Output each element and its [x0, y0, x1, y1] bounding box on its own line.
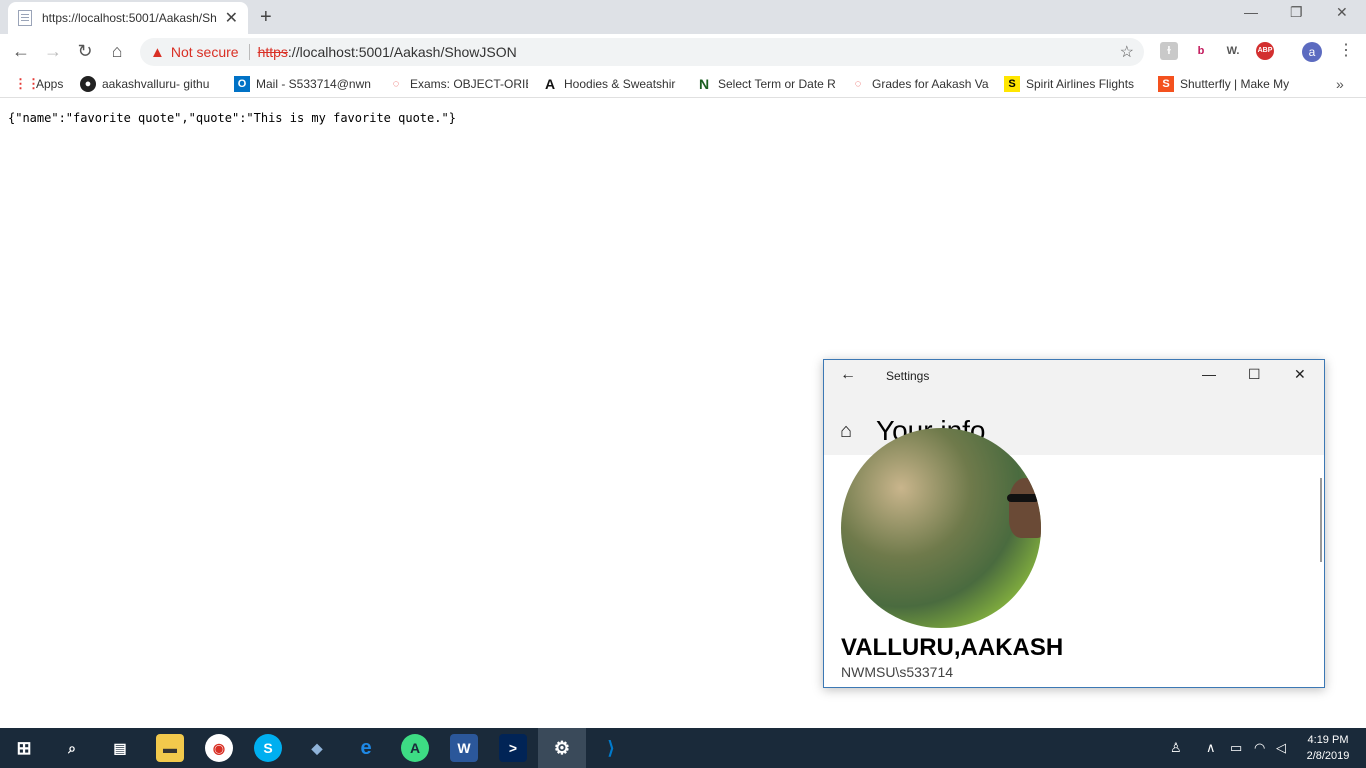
battery-icon[interactable]: ▭	[1230, 740, 1242, 756]
outlook-icon: O	[234, 76, 250, 92]
forward-icon[interactable]: →	[42, 41, 64, 62]
start-windows-icon[interactable]: ⊞	[10, 734, 38, 762]
abercrombie-icon: A	[544, 76, 556, 92]
android-studio-icon[interactable]: A	[401, 734, 429, 762]
sunglasses	[1007, 494, 1039, 502]
windows-taskbar: ⊞ ⌕ ▤ ▬ ◉ S ◆ e A W > ⚙ ⟩ ♙ ∧ ▭ ◠ ◁ 4:19…	[0, 728, 1366, 768]
settings-maximize-icon[interactable]: ☐	[1248, 366, 1261, 383]
bookmark-apps[interactable]: ⋮⋮ Apps	[14, 76, 63, 92]
url-scheme: https	[257, 44, 288, 60]
bookmarks-bar: ⋮⋮ Apps ● aakashvalluru- githu O Mail - …	[0, 70, 1366, 98]
extension-b-icon[interactable]: b	[1192, 42, 1210, 60]
shutterfly-icon: S	[1158, 76, 1174, 92]
profile-face	[1009, 478, 1041, 538]
northwest-icon: N	[698, 76, 710, 92]
bookmark-grades[interactable]: ◌ Grades for Aakash Va	[850, 76, 990, 92]
bookmark-label: aakashvalluru- githu	[102, 77, 210, 91]
page-favicon-icon	[18, 10, 32, 26]
canvas-icon: ◌	[392, 78, 400, 90]
profile-avatar[interactable]: a	[1302, 42, 1322, 62]
bookmark-shutterfly[interactable]: S Shutterfly | Make My	[1158, 76, 1298, 92]
bookmarks-overflow-icon[interactable]: »	[1336, 76, 1344, 92]
restore-icon[interactable]: ❐	[1290, 4, 1303, 21]
settings-scrollbar[interactable]	[1320, 478, 1322, 562]
wifi-icon[interactable]: ◠	[1254, 740, 1265, 756]
bookmark-label: Exams: OBJECT-ORIE	[410, 77, 528, 91]
bookmark-exams[interactable]: ◌ Exams: OBJECT-ORIE	[388, 76, 528, 92]
settings-minimize-icon[interactable]: —	[1202, 366, 1216, 382]
new-tab-button[interactable]: +	[260, 6, 272, 29]
chrome-icon[interactable]: ◉	[205, 734, 233, 762]
bookmark-label: Mail - S533714@nwn	[256, 77, 371, 91]
people-icon[interactable]: ♙	[1170, 740, 1182, 756]
file-explorer-icon[interactable]: ▬	[156, 734, 184, 762]
apps-grid-icon: ⋮⋮	[14, 76, 40, 91]
bookmark-spirit[interactable]: S Spirit Airlines Flights	[1004, 76, 1144, 92]
home-icon[interactable]: ⌂	[106, 41, 128, 62]
tab-strip: https://localhost:5001/Aakash/Sh ✕ + — ❐…	[0, 0, 1366, 34]
bookmark-label: Select Term or Date R	[718, 77, 836, 91]
taskbar-clock[interactable]: 4:19 PM 2/8/2019	[1298, 732, 1358, 764]
bookmark-label: Shutterfly | Make My	[1180, 77, 1290, 91]
url-path: ://localhost:5001/Aakash/ShowJSON	[287, 44, 517, 60]
settings-close-icon[interactable]: ✕	[1294, 366, 1306, 383]
search-icon[interactable]: ⌕	[58, 734, 86, 762]
task-view-icon[interactable]: ▤	[106, 734, 134, 762]
close-window-icon[interactable]: ✕	[1336, 4, 1348, 21]
back-icon[interactable]: ←	[10, 41, 32, 62]
tab-title: https://localhost:5001/Aakash/Sh	[42, 11, 217, 25]
volume-muted-icon[interactable]: ◁	[1276, 740, 1286, 756]
profile-picture	[841, 428, 1041, 628]
edge-icon[interactable]: e	[352, 734, 380, 762]
vscode-icon[interactable]: ⟩	[597, 734, 625, 762]
menu-kebab-icon[interactable]: ⋮	[1338, 40, 1354, 60]
tray-chevron-icon[interactable]: ∧	[1206, 740, 1216, 756]
bookmark-hoodies[interactable]: A Hoodies & Sweatshir	[542, 76, 682, 92]
home-icon[interactable]: ⌂	[840, 420, 852, 443]
skype-icon[interactable]: S	[254, 734, 282, 762]
extension-icon[interactable]: ɫ	[1160, 42, 1178, 60]
canvas-icon: ◌	[854, 78, 862, 90]
bookmark-label: Grades for Aakash Va	[872, 77, 989, 91]
address-bar[interactable]: ▲ Not secure https ://localhost:5001/Aak…	[140, 38, 1144, 66]
back-arrow-icon[interactable]: ←	[840, 366, 856, 384]
spirit-icon: S	[1004, 76, 1020, 92]
user-account: NWMSU\s533714	[841, 664, 954, 680]
reload-icon[interactable]: ↻	[74, 41, 96, 62]
bookmark-label: Hoodies & Sweatshir	[564, 77, 676, 91]
browser-tab[interactable]: https://localhost:5001/Aakash/Sh ✕	[8, 2, 248, 34]
bookmark-label: Spirit Airlines Flights	[1026, 77, 1135, 91]
tab-close-icon[interactable]: ✕	[225, 8, 238, 28]
clock-date: 2/8/2019	[1306, 750, 1350, 762]
omnibox-divider	[248, 44, 250, 60]
minimize-icon[interactable]: —	[1244, 4, 1258, 20]
bookmark-github[interactable]: ● aakashvalluru- githu	[80, 76, 220, 92]
extension-w-icon[interactable]: W.	[1224, 42, 1242, 60]
security-status[interactable]: Not secure	[171, 44, 239, 60]
adblock-icon[interactable]: ABP	[1256, 42, 1274, 60]
github-icon: ●	[80, 76, 96, 92]
settings-window: ← Settings — ☐ ✕ ⌂ Your info VALLURU,AAK…	[823, 359, 1325, 688]
warning-triangle-icon[interactable]: ▲	[150, 44, 165, 61]
word-icon[interactable]: W	[450, 734, 478, 762]
settings-window-title: Settings	[886, 369, 930, 383]
bookmark-mail[interactable]: O Mail - S533714@nwn	[234, 76, 374, 92]
clock-time: 4:19 PM	[1307, 734, 1349, 746]
powershell-icon[interactable]: >	[499, 734, 527, 762]
bookmark-label: Apps	[36, 77, 64, 91]
json-output: {"name":"favorite quote","quote":"This i…	[8, 111, 456, 125]
vpn-icon[interactable]: ◆	[303, 734, 331, 762]
bookmark-star-icon[interactable]: ☆	[1120, 42, 1134, 62]
user-full-name: VALLURU,AAKASH	[841, 634, 1064, 661]
settings-gear-icon[interactable]: ⚙	[548, 734, 576, 762]
bookmark-select-term[interactable]: N Select Term or Date R	[696, 76, 836, 92]
